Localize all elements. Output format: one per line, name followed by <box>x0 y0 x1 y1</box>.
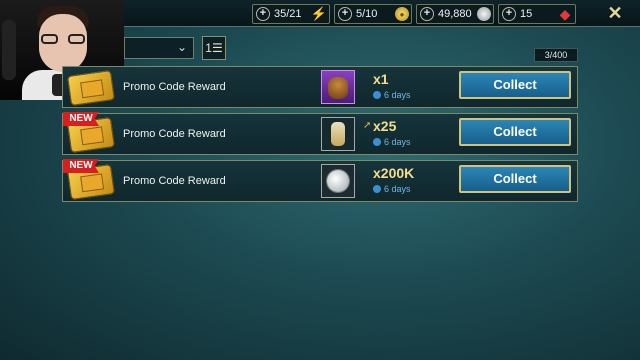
gold-key-icon: ● <box>395 7 409 21</box>
arrow-icon: ➚ <box>363 120 372 131</box>
keys-value: 5/10 <box>356 8 378 20</box>
sort-icon: 1☰ <box>205 41 223 55</box>
silver-coin-icon[interactable] <box>321 164 355 198</box>
clock-icon <box>373 138 381 146</box>
reward-quantity: x200K <box>373 165 415 181</box>
clock-icon <box>373 185 381 193</box>
gems-value: 15 <box>520 8 533 20</box>
gems-counter: + 15 ◆ <box>498 4 576 24</box>
ticket-icon <box>67 70 115 106</box>
reward-label: Promo Code Reward <box>123 81 226 93</box>
silver-counter: + 49,880 <box>416 4 494 24</box>
energy-counter: + 35/21 ⚡ <box>252 4 330 24</box>
reward-label: Promo Code Reward <box>123 175 226 187</box>
expiry-text: 6 days <box>384 137 411 147</box>
reward-row: Promo Code Reward x1 6 days Collect <box>62 66 578 108</box>
add-gems-button[interactable]: + <box>502 7 516 21</box>
energy-value: 35/21 <box>274 8 302 20</box>
reward-row: NEW Promo Code Reward x200K 6 days Colle… <box>62 159 578 202</box>
hero-shard-icon[interactable] <box>321 70 355 104</box>
reward-row: NEW Promo Code Reward ➚ x25 6 days Colle… <box>62 112 578 155</box>
collect-button[interactable]: Collect <box>459 71 571 99</box>
sort-button[interactable]: 1☰ <box>202 36 226 60</box>
new-badge: NEW <box>63 112 99 126</box>
inbox-count: 3/400 <box>534 48 578 62</box>
add-energy-button[interactable]: + <box>256 7 270 21</box>
resource-bar: + 35/21 ⚡ + 5/10 ● + 49,880 + 15 ◆ <box>124 0 640 27</box>
close-icon[interactable]: ✕ <box>604 2 626 24</box>
filter-dropdown[interactable]: ⌄ <box>124 37 194 59</box>
silver-value: 49,880 <box>438 8 472 20</box>
chevron-down-icon: ⌄ <box>176 40 187 54</box>
silver-coin-icon <box>477 7 491 21</box>
reward-quantity: x1 <box>373 71 389 87</box>
collect-button[interactable]: Collect <box>459 165 571 193</box>
reward-quantity: x25 <box>373 118 397 134</box>
microphone <box>2 20 16 80</box>
expiry: 6 days <box>373 90 411 100</box>
collect-button[interactable]: Collect <box>459 118 571 146</box>
expiry: 6 days <box>373 184 411 194</box>
energy-icon: ⚡ <box>310 6 328 21</box>
expiry-text: 6 days <box>384 184 411 194</box>
reward-label: Promo Code Reward <box>123 128 226 140</box>
add-silver-button[interactable]: + <box>420 7 434 21</box>
ruby-gem-icon: ◆ <box>559 5 571 22</box>
clock-icon <box>373 91 381 99</box>
new-badge: NEW <box>63 159 99 173</box>
potion-icon[interactable] <box>321 117 355 151</box>
expiry: 6 days <box>373 137 411 147</box>
add-keys-button[interactable]: + <box>338 7 352 21</box>
expiry-text: 6 days <box>384 90 411 100</box>
keys-counter: + 5/10 ● <box>334 4 412 24</box>
